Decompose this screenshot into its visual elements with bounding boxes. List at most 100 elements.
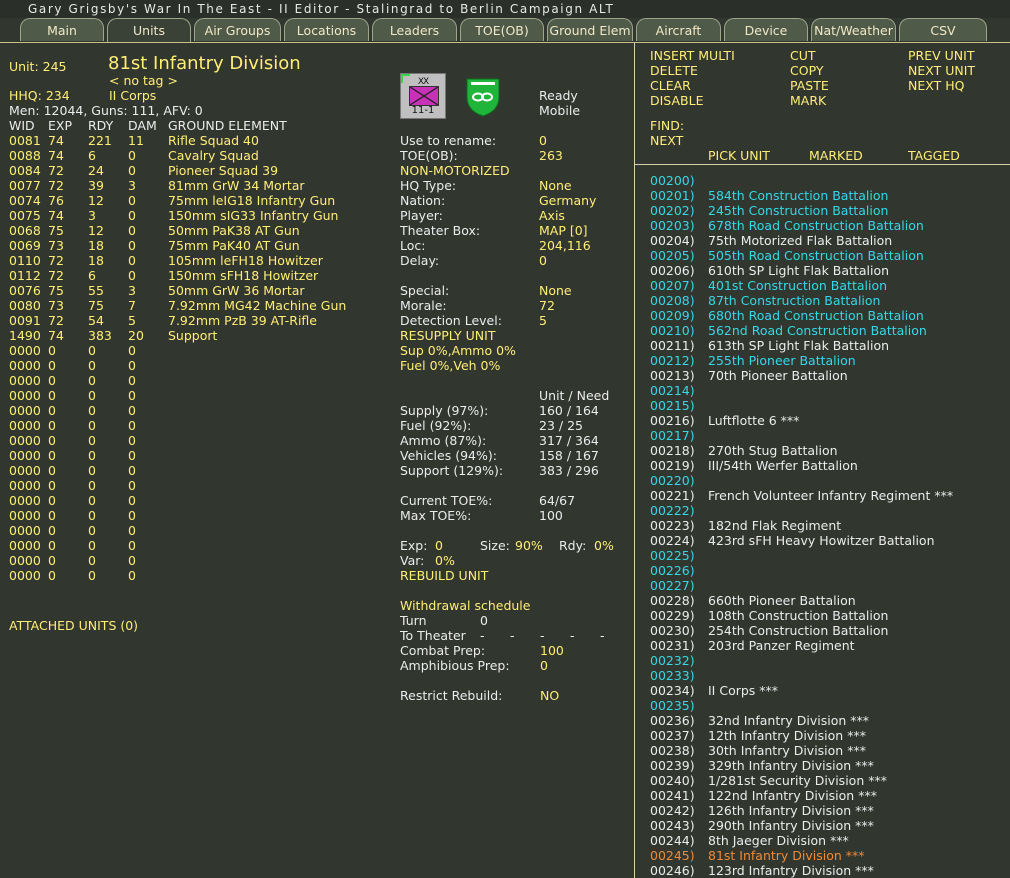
element-wid[interactable]: 0000 <box>9 388 41 403</box>
unit-list-name[interactable]: 290th Infantry Division *** <box>708 818 874 833</box>
element-exp[interactable]: 72 <box>48 178 64 193</box>
element-wid[interactable]: 0076 <box>9 283 41 298</box>
element-dam[interactable]: 0 <box>128 373 136 388</box>
prop-value[interactable]: 263 <box>539 148 563 163</box>
element-exp[interactable]: 72 <box>48 163 64 178</box>
prop-value[interactable]: 5 <box>539 313 547 328</box>
tab-aircraft[interactable]: Aircraft <box>636 18 721 41</box>
unit-list-id[interactable]: 00228) <box>650 593 695 608</box>
prop-value[interactable]: 72 <box>539 298 555 313</box>
element-rdy[interactable]: 0 <box>88 388 96 403</box>
element-wid[interactable]: 0084 <box>9 163 41 178</box>
unit-list-name[interactable]: 122nd Infantry Division *** <box>708 788 877 803</box>
tab-units[interactable]: Units <box>107 18 191 42</box>
unit-list-id[interactable]: 00218) <box>650 443 695 458</box>
prop-label[interactable]: Fuel 0%,Veh 0% <box>400 358 500 373</box>
element-name[interactable]: 81mm GrW 34 Mortar <box>168 178 305 193</box>
rebuild-unit-button[interactable]: REBUILD UNIT <box>400 568 488 583</box>
element-rdy[interactable]: 54 <box>88 313 104 328</box>
element-wid[interactable]: 0000 <box>9 433 41 448</box>
unit-list-name[interactable]: 203rd Panzer Regiment <box>708 638 855 653</box>
next-hq-button[interactable]: NEXT HQ <box>908 78 964 93</box>
element-dam[interactable]: 0 <box>128 418 136 433</box>
unit-list-name[interactable]: 610th SP Light Flak Battalion <box>708 263 889 278</box>
element-rdy[interactable]: 0 <box>88 433 96 448</box>
element-wid[interactable]: 0110 <box>9 253 41 268</box>
to-theater-dash[interactable]: - <box>600 628 605 643</box>
marked-header[interactable]: MARKED <box>809 148 863 163</box>
disable-button[interactable]: DISABLE <box>650 93 703 108</box>
element-dam[interactable]: 0 <box>128 148 136 163</box>
unit-list-name[interactable]: 30th Infantry Division *** <box>708 743 866 758</box>
element-name[interactable]: 50mm GrW 36 Mortar <box>168 283 305 298</box>
element-rdy[interactable]: 55 <box>88 283 104 298</box>
unit-list-id[interactable]: 00242) <box>650 803 695 818</box>
element-dam[interactable]: 5 <box>128 313 136 328</box>
size-value[interactable]: 90% <box>515 538 543 553</box>
element-name[interactable]: 75mm leIG18 Infantry Gun <box>168 193 335 208</box>
unit-list-id[interactable]: 00216) <box>650 413 695 428</box>
attached-units[interactable]: ATTACHED UNITS (0) <box>9 618 138 633</box>
tab-leaders[interactable]: Leaders <box>372 18 457 41</box>
copy-button[interactable]: COPY <box>790 63 823 78</box>
prop-label[interactable]: RESUPPLY UNIT <box>400 328 495 343</box>
element-name[interactable]: 75mm PaK40 AT Gun <box>168 238 300 253</box>
prop-value[interactable]: None <box>539 283 572 298</box>
unit-list-id[interactable]: 00237) <box>650 728 695 743</box>
element-rdy[interactable]: 221 <box>88 133 112 148</box>
element-exp[interactable]: 74 <box>48 208 64 223</box>
element-rdy[interactable]: 12 <box>88 223 104 238</box>
element-rdy[interactable]: 0 <box>88 508 96 523</box>
unit-list-id[interactable]: 00224) <box>650 533 695 548</box>
element-exp[interactable]: 0 <box>48 508 56 523</box>
next-button[interactable]: NEXT <box>650 133 683 148</box>
element-exp[interactable]: 0 <box>48 418 56 433</box>
var-value[interactable]: 0% <box>435 553 455 568</box>
element-rdy[interactable]: 18 <box>88 238 104 253</box>
element-name[interactable]: Cavalry Squad <box>168 148 259 163</box>
element-name[interactable]: 7.92mm MG42 Machine Gun <box>168 298 346 313</box>
unit-list-id[interactable]: 00241) <box>650 788 695 803</box>
unit-list-name[interactable]: 505th Road Construction Battalion <box>708 248 924 263</box>
unit-list-id[interactable]: 00221) <box>650 488 695 503</box>
clear-button[interactable]: CLEAR <box>650 78 691 93</box>
element-exp[interactable]: 0 <box>48 463 56 478</box>
unit-list-name[interactable]: 584th Construction Battalion <box>708 188 888 203</box>
prop-value[interactable]: None <box>539 178 572 193</box>
unit-list-name[interactable]: 423rd sFH Heavy Howitzer Battalion <box>708 533 935 548</box>
rdy-value[interactable]: 0% <box>594 538 614 553</box>
element-dam[interactable]: 20 <box>128 328 144 343</box>
exp-value[interactable]: 0 <box>435 538 443 553</box>
unit-list-id[interactable]: 00246) <box>650 863 695 878</box>
element-rdy[interactable]: 0 <box>88 568 96 583</box>
prop-value[interactable]: 204,116 <box>539 238 591 253</box>
unit-list-id[interactable]: 00204) <box>650 233 695 248</box>
element-wid[interactable]: 0081 <box>9 133 41 148</box>
element-name[interactable]: 105mm leFH18 Howitzer <box>168 253 323 268</box>
element-exp[interactable]: 0 <box>48 373 56 388</box>
element-rdy[interactable]: 12 <box>88 193 104 208</box>
unit-list-id[interactable]: 00200) <box>650 173 695 188</box>
element-wid[interactable]: 1490 <box>9 328 41 343</box>
element-exp[interactable]: 0 <box>48 553 56 568</box>
unit-list-name[interactable]: 81st Infantry Division *** <box>708 848 865 863</box>
prop-value[interactable]: MAP [0] <box>539 223 588 238</box>
element-dam[interactable]: 0 <box>128 508 136 523</box>
element-exp[interactable]: 76 <box>48 193 64 208</box>
to-theater-dash[interactable]: - <box>480 628 485 643</box>
unit-list-id[interactable]: 00230) <box>650 623 695 638</box>
to-theater-dash[interactable]: - <box>540 628 545 643</box>
element-dam[interactable]: 11 <box>128 133 144 148</box>
element-exp[interactable]: 72 <box>48 268 64 283</box>
unit-list-id[interactable]: 00214) <box>650 383 695 398</box>
find-button[interactable]: FIND: <box>650 118 684 133</box>
element-dam[interactable]: 0 <box>128 223 136 238</box>
paste-button[interactable]: PASTE <box>790 78 829 93</box>
element-name[interactable]: 7.92mm PzB 39 AT-Rifle <box>168 313 317 328</box>
mark-button[interactable]: MARK <box>790 93 826 108</box>
element-rdy[interactable]: 6 <box>88 148 96 163</box>
unit-list-name[interactable]: 123rd Infantry Division *** <box>708 863 874 878</box>
unit-list-id[interactable]: 00206) <box>650 263 695 278</box>
element-dam[interactable]: 0 <box>128 193 136 208</box>
toe-value[interactable]: 64/67 <box>539 493 575 508</box>
